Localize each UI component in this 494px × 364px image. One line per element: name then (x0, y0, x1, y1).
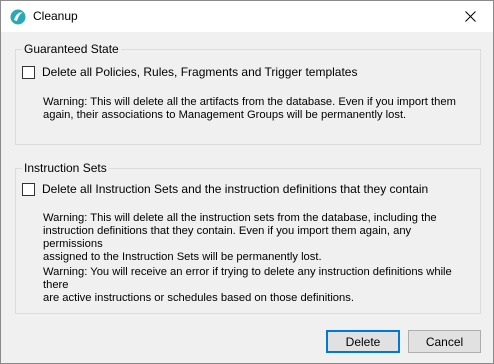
error-warning-text: Warning: You will receive an error if tr… (43, 266, 463, 305)
cleanup-dialog: Cleanup Guaranteed State Delete all Poli… (0, 0, 494, 364)
group-label: Guaranteed State (22, 42, 121, 56)
guaranteed-state-group: Guaranteed State Delete all Policies, Ru… (15, 42, 481, 145)
warning-line: Warning: You will receive an error if tr… (43, 266, 452, 291)
warning-line: instruction definitions that they contai… (43, 225, 412, 250)
instruction-sets-group: Instruction Sets Delete all Instruction … (15, 161, 481, 314)
title-bar[interactable]: Cleanup (1, 1, 493, 32)
checkbox-label: Delete all Instruction Sets and the inst… (42, 182, 429, 196)
cancel-button[interactable]: Cancel (408, 330, 481, 353)
close-icon (464, 11, 476, 22)
warning-text: Warning: This will delete all the artifa… (43, 96, 463, 122)
window-title: Cleanup (33, 9, 78, 23)
delete-instruction-sets-checkbox[interactable]: Delete all Instruction Sets and the inst… (22, 182, 428, 196)
close-button[interactable] (447, 1, 493, 32)
warning-line: Warning: This will delete all the artifa… (43, 96, 456, 108)
group-label: Instruction Sets (22, 161, 109, 175)
checkbox-box[interactable] (22, 182, 35, 196)
warning-line: assigned to the Instruction Sets will be… (43, 251, 322, 263)
app-logo-icon (10, 9, 26, 25)
checkbox-box[interactable] (22, 65, 35, 79)
checkbox-label: Delete all Policies, Rules, Fragments an… (42, 65, 358, 79)
warning-line: again, their associations to Management … (43, 109, 407, 121)
delete-policies-checkbox[interactable]: Delete all Policies, Rules, Fragments an… (22, 65, 357, 79)
warning-text: Warning: This will delete all the instru… (43, 212, 463, 264)
delete-button[interactable]: Delete (326, 330, 400, 353)
warning-line: Warning: This will delete all the instru… (43, 212, 437, 224)
warning-line: are active instructions or schedules bas… (43, 292, 354, 304)
